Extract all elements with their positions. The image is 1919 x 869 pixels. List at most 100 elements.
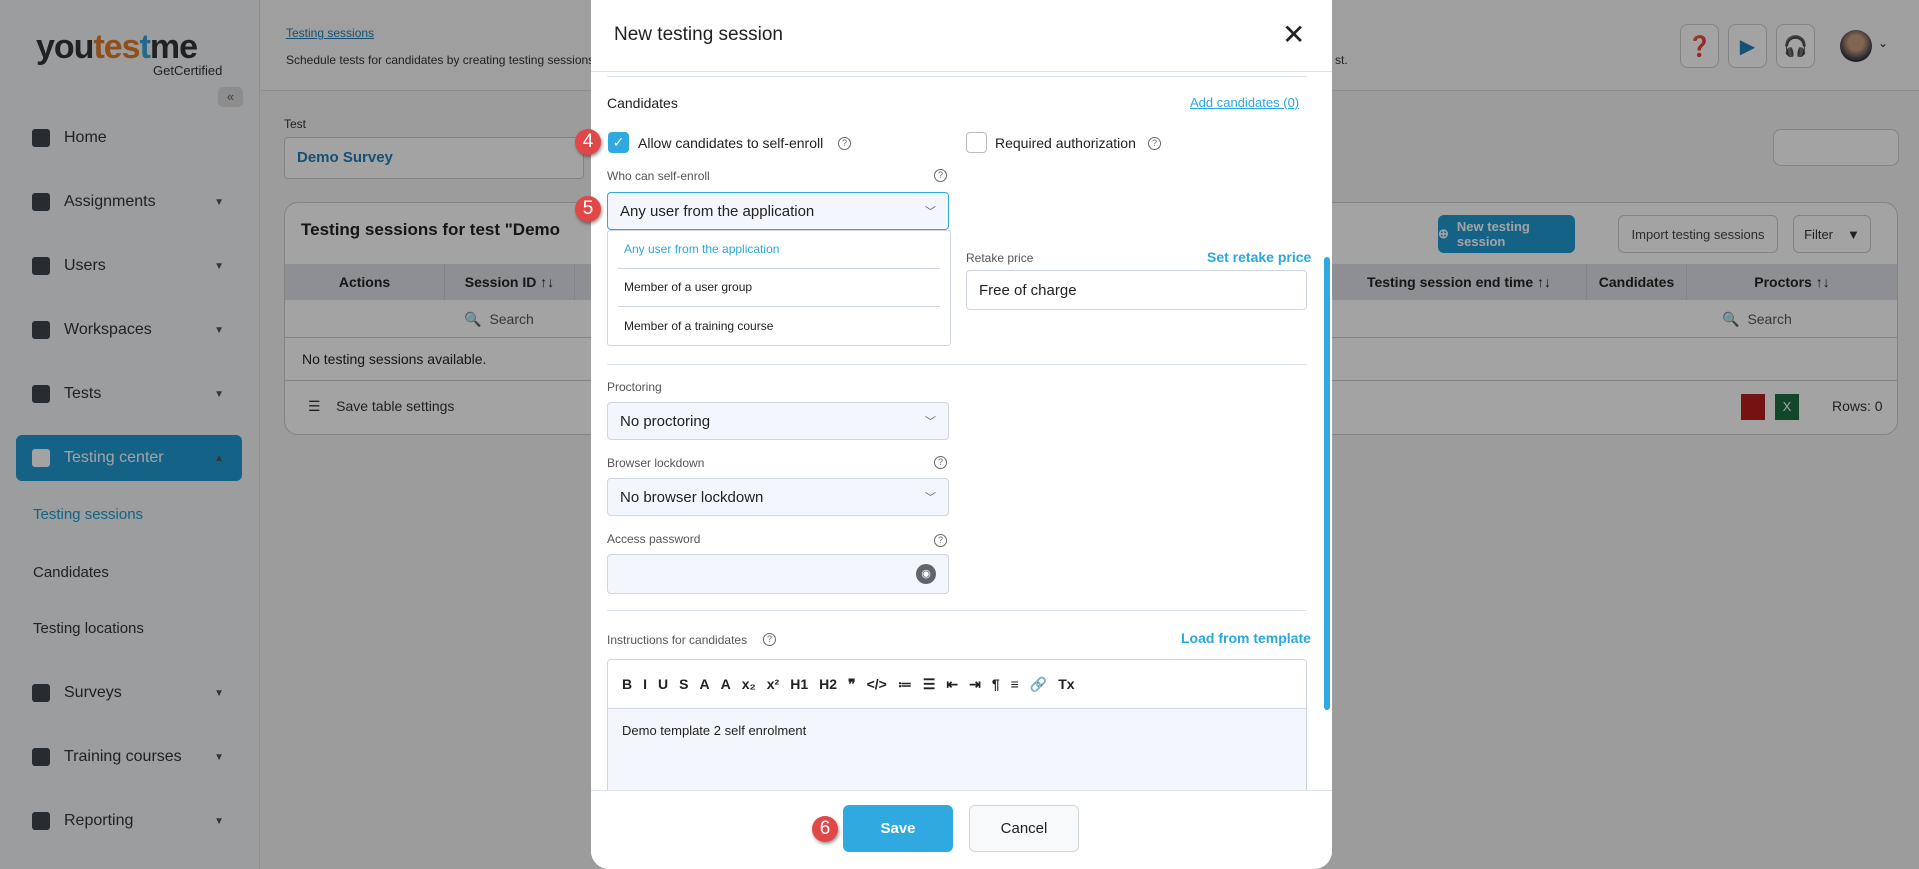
instructions-text[interactable]: Demo template 2 self enrolment (608, 709, 1306, 752)
toolbar-button[interactable]: Tx (1058, 676, 1074, 692)
collapse-sidebar-button[interactable]: « (218, 87, 243, 107)
report-icon (32, 812, 50, 830)
caret-down-icon: ▼ (214, 687, 224, 699)
filter-button[interactable]: Filter ▼ (1793, 215, 1871, 253)
col-proctors[interactable]: Proctors ↑↓ (1687, 264, 1897, 300)
sidebar-subitem[interactable]: Testing sessions (33, 506, 143, 523)
sidebar-subitem[interactable]: Candidates (33, 564, 109, 581)
toolbar-button[interactable]: x² (767, 676, 779, 692)
dropdown-option[interactable]: Any user from the application (624, 242, 779, 256)
toolbar-button[interactable]: ≡ (1011, 676, 1019, 692)
chevron-down-icon[interactable]: ⌄ (1878, 36, 1888, 50)
modal-header-divider (591, 71, 1332, 72)
sidebar-item-users[interactable]: Users ▼ (16, 243, 242, 289)
play-button[interactable]: ▶ (1728, 24, 1767, 68)
col-end-time[interactable]: Testing session end time ↑↓ (1332, 264, 1587, 300)
add-candidates-link[interactable]: Add candidates (0) (1190, 95, 1299, 110)
sidebar-item-label: Reporting (64, 812, 134, 829)
sidebar-item-training-courses[interactable]: Training courses ▼ (16, 734, 242, 780)
modal-scrollbar[interactable] (1324, 257, 1330, 710)
close-icon[interactable]: ✕ (1282, 18, 1305, 51)
proctors-search[interactable]: 🔍 Search (1722, 300, 1792, 338)
sidebar-item-assignments[interactable]: Assignments ▼ (16, 179, 242, 225)
toolbar-button[interactable]: A (699, 676, 709, 692)
load-template-link[interactable]: Load from template (1181, 630, 1311, 646)
sidebar-item-surveys[interactable]: Surveys ▼ (16, 670, 242, 716)
new-testing-session-button[interactable]: ⊕ New testing session (1438, 215, 1575, 253)
help-icon[interactable]: ? (1148, 137, 1161, 150)
set-retake-price-link[interactable]: Set retake price (1207, 249, 1311, 265)
toolbar-button[interactable]: ☰ (923, 676, 936, 693)
toolbar-button[interactable]: H2 (819, 676, 837, 692)
breadcrumb[interactable]: Testing sessions (286, 26, 374, 40)
sidebar-item-tests[interactable]: Tests ▼ (16, 371, 242, 417)
toolbar-button[interactable]: 🔗 (1030, 676, 1047, 693)
help-button[interactable]: ❓ (1680, 24, 1719, 68)
dropdown-option[interactable]: Member of a user group (624, 280, 752, 294)
toolbar-button[interactable]: S (679, 676, 688, 692)
pdf-export-icon[interactable] (1741, 394, 1765, 420)
toolbar-button[interactable]: B (622, 676, 632, 692)
divider (618, 306, 940, 307)
toolbar-button[interactable]: </> (867, 676, 887, 692)
dropdown-option[interactable]: Member of a training course (624, 319, 773, 333)
caret-down-icon: ▼ (214, 388, 224, 400)
toolbar-button[interactable]: ¶ (992, 676, 1000, 692)
help-icon[interactable]: ? (838, 137, 851, 150)
modal-footer (591, 790, 1332, 869)
col-session-id[interactable]: Session ID ↑↓ (445, 264, 575, 300)
sidebar-subitem[interactable]: Testing locations (33, 620, 144, 637)
caret-down-icon: ▼ (214, 196, 224, 208)
who-select[interactable]: Any user from the application ﹀ (607, 192, 949, 230)
sidebar-item-workspaces[interactable]: Workspaces ▼ (16, 307, 242, 353)
proctoring-label: Proctoring (607, 380, 662, 394)
toolbar-button[interactable]: x₂ (742, 676, 756, 692)
required-authorization-checkbox[interactable] (966, 132, 987, 153)
password-input[interactable]: ◉ (607, 554, 949, 594)
col-actions: Actions (285, 264, 445, 300)
caret-down-icon: ▼ (214, 815, 224, 827)
save-table-settings[interactable]: ☰ Save table settings (308, 398, 454, 415)
self-enroll-checkbox[interactable]: ✓ (608, 132, 629, 153)
toolbar-button[interactable]: ❞ (848, 676, 856, 693)
view-switcher[interactable] (1773, 129, 1899, 166)
instructions-editor[interactable]: B I U S A Ax₂ x² H1 H2 ❞ </> ≔ ☰ ⇤ ⇥ ¶ ≡ 🔗 Tx Demo templat… (607, 659, 1307, 799)
help-icon: ❓ (1687, 35, 1712, 58)
toolbar-button[interactable]: U (658, 676, 668, 692)
save-button[interactable]: Save (843, 805, 953, 852)
caret-down-icon: ▼ (214, 260, 224, 272)
session-id-search[interactable]: 🔍 Search (464, 300, 534, 338)
proctoring-select[interactable]: No proctoring ﹀ (607, 402, 949, 440)
toolbar-button[interactable]: ⇥ (969, 676, 981, 693)
toolbar-button[interactable]: A (721, 676, 731, 692)
avatar[interactable] (1840, 30, 1872, 62)
sidebar-item-testing-center[interactable]: Testing center ▲ (16, 435, 242, 481)
self-enroll-label: Allow candidates to self-enroll (638, 135, 824, 151)
help-icon[interactable]: ? (934, 534, 947, 547)
retake-price-input[interactable]: Free of charge (966, 270, 1307, 310)
who-value: Any user from the application (620, 202, 815, 220)
logo[interactable]: youtestme (36, 28, 198, 67)
excel-export-icon[interactable]: X (1775, 394, 1799, 420)
help-icon[interactable]: ? (934, 456, 947, 469)
help-icon[interactable]: ? (763, 633, 776, 646)
assignments-icon (32, 193, 50, 211)
retake-label: Retake price (966, 251, 1034, 265)
test-select[interactable]: Demo Survey (284, 137, 584, 179)
lockdown-label: Browser lockdown (607, 456, 705, 470)
globe-icon (32, 321, 50, 339)
cancel-button[interactable]: Cancel (969, 805, 1079, 852)
caret-down-icon: ▼ (214, 324, 224, 336)
sidebar-item-reporting[interactable]: Reporting ▼ (16, 798, 242, 844)
toolbar-button[interactable]: I (643, 676, 647, 692)
sidebar-item-home[interactable]: Home (16, 115, 242, 161)
help-icon[interactable]: ? (934, 169, 947, 182)
caret-up-icon: ▲ (214, 452, 224, 464)
import-button[interactable]: Import testing sessions (1618, 215, 1778, 253)
toolbar-button[interactable]: H1 (790, 676, 808, 692)
support-button[interactable]: 🎧 (1776, 24, 1815, 68)
toolbar-button[interactable]: ≔ (898, 676, 912, 693)
eye-icon[interactable]: ◉ (916, 564, 936, 584)
toolbar-button[interactable]: ⇤ (946, 676, 958, 693)
lockdown-select[interactable]: No browser lockdown ﹀ (607, 478, 949, 516)
